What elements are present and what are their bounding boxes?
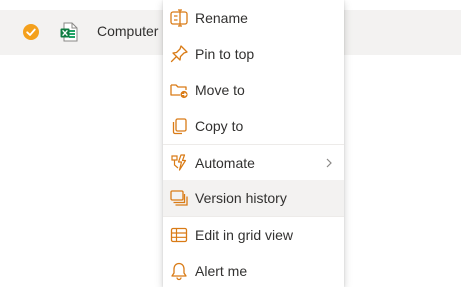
menu-item-label: Version history <box>195 190 287 206</box>
menu-item-move-to[interactable]: Move to <box>163 72 344 108</box>
move-folder-icon <box>170 84 188 99</box>
excel-icon <box>60 22 78 42</box>
menu-item-version-history[interactable]: Version history <box>163 180 344 216</box>
grid-icon <box>170 227 188 243</box>
checkmark-icon[interactable] <box>23 24 39 40</box>
rename-icon <box>170 9 188 27</box>
menu-item-label: Copy to <box>195 118 244 134</box>
menu-item-label: Alert me <box>195 263 248 279</box>
menu-item-automate[interactable]: Automate <box>163 145 344 181</box>
chevron-right-icon <box>326 158 332 168</box>
menu-item-label: Move to <box>195 82 245 98</box>
menu-item-label: Edit in grid view <box>195 227 294 243</box>
pin-icon <box>170 45 188 63</box>
version-history-icon <box>170 190 188 206</box>
automate-icon <box>171 154 187 171</box>
menu-item-edit-in-grid-view[interactable]: Edit in grid view <box>163 217 344 253</box>
menu-item-label: Automate <box>195 155 255 171</box>
bell-icon <box>171 262 187 281</box>
copy-icon <box>172 118 187 135</box>
menu-item-copy-to[interactable]: Copy to <box>163 108 344 144</box>
menu-item-label: Rename <box>195 10 248 26</box>
file-name[interactable]: Computer <box>97 23 158 39</box>
context-menu: Rename Pin to top Move to Copy to Automa… <box>163 0 344 287</box>
menu-item-rename[interactable]: Rename <box>163 0 344 36</box>
menu-item-pin-to-top[interactable]: Pin to top <box>163 36 344 72</box>
menu-item-label: Pin to top <box>195 46 255 62</box>
menu-item-alert-me[interactable]: Alert me <box>163 253 344 287</box>
